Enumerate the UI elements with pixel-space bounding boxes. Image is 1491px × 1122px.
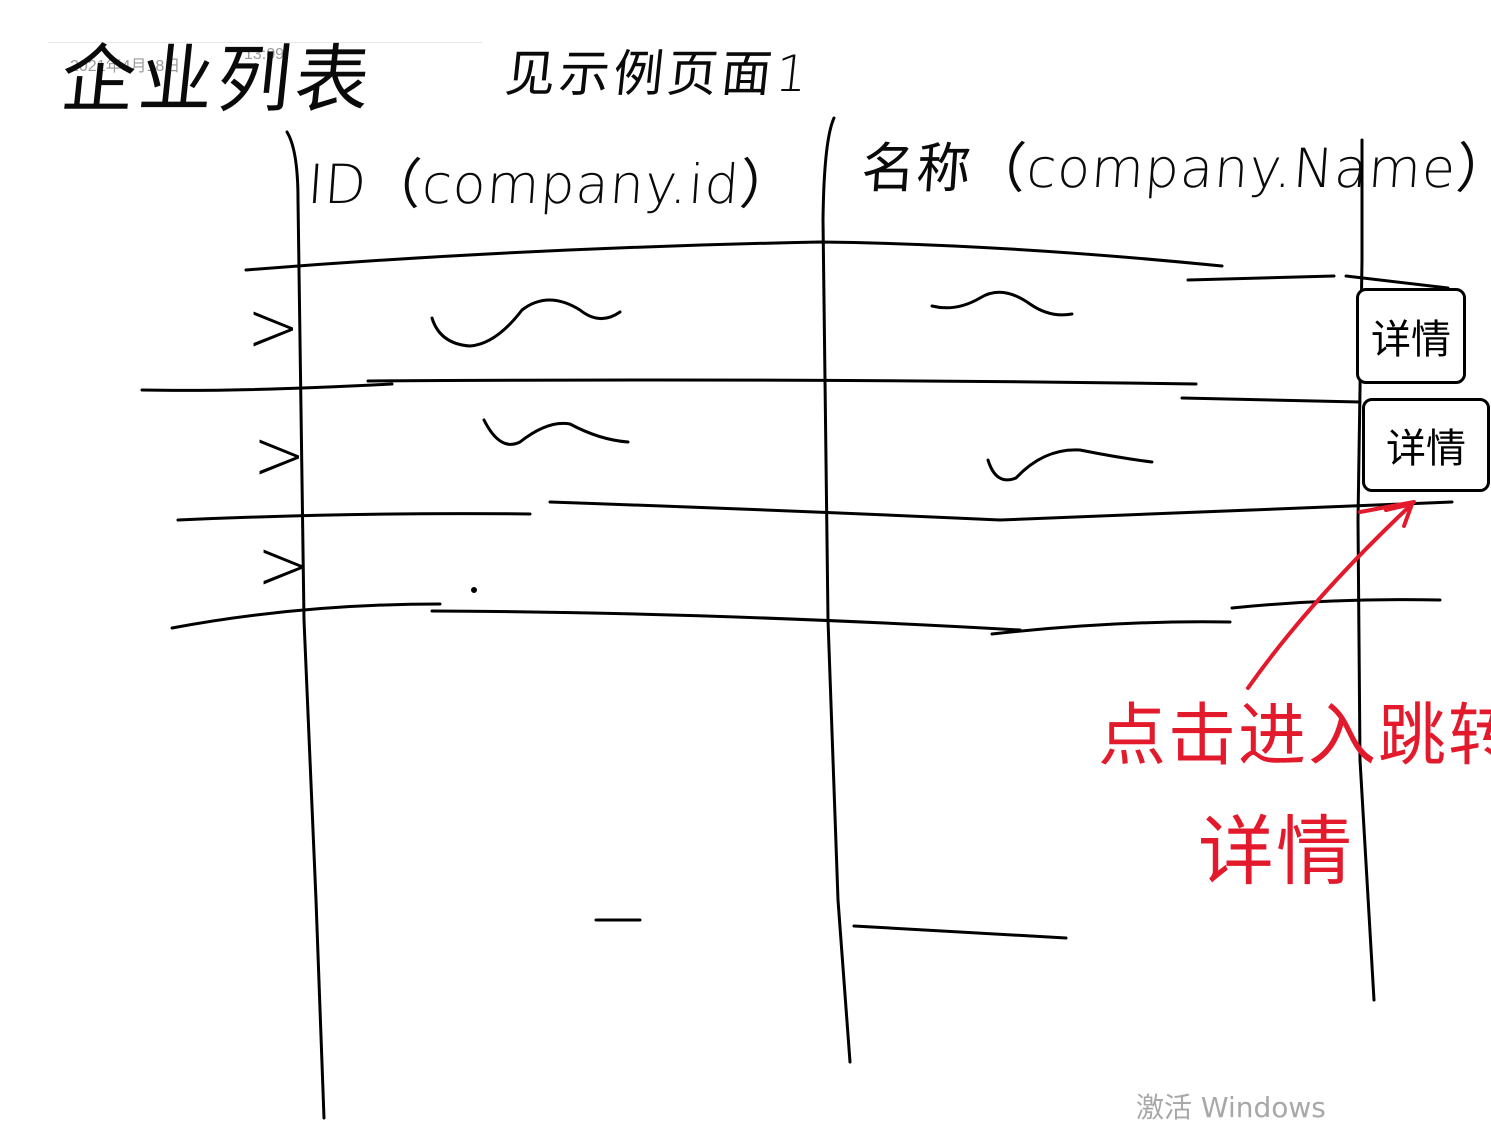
column-divider-left [285, 130, 326, 1120]
whiteboard-page: 2021年4月18日 13:09 企业列表 见示例页面1 ID（company.… [0, 0, 1491, 1122]
annotation-text-line1: 点击进入跳转 [1098, 697, 1491, 776]
row-expand-arrow[interactable]: > [257, 530, 310, 600]
cell-placeholder-squiggle [482, 418, 630, 446]
detail-button[interactable]: 详情 [1362, 398, 1490, 492]
column-divider-middle [821, 116, 852, 1064]
row-expand-arrow[interactable]: > [247, 292, 300, 362]
cell-placeholder-squiggle [986, 448, 1154, 482]
header-row-line [244, 240, 1224, 272]
column-divider-right [1356, 138, 1376, 1002]
row-line-2 [176, 500, 1454, 522]
column-header-id: ID（company.id） [305, 153, 797, 216]
cell-placeholder-squiggle [930, 290, 1074, 317]
annotation-arrow [1246, 500, 1416, 690]
row-line-1 [140, 378, 1362, 404]
row-expand-arrow[interactable]: > [253, 420, 306, 490]
column-header-name: 名称（company.Name） [859, 137, 1491, 200]
annotation-text-line2: 详情 [1198, 807, 1354, 896]
activate-windows-watermark: 激活 Windows [1136, 1091, 1326, 1122]
row-line-3 [170, 598, 1442, 636]
cell-placeholder-squiggle [430, 298, 622, 348]
detail-button[interactable]: 详情 [1356, 288, 1466, 384]
